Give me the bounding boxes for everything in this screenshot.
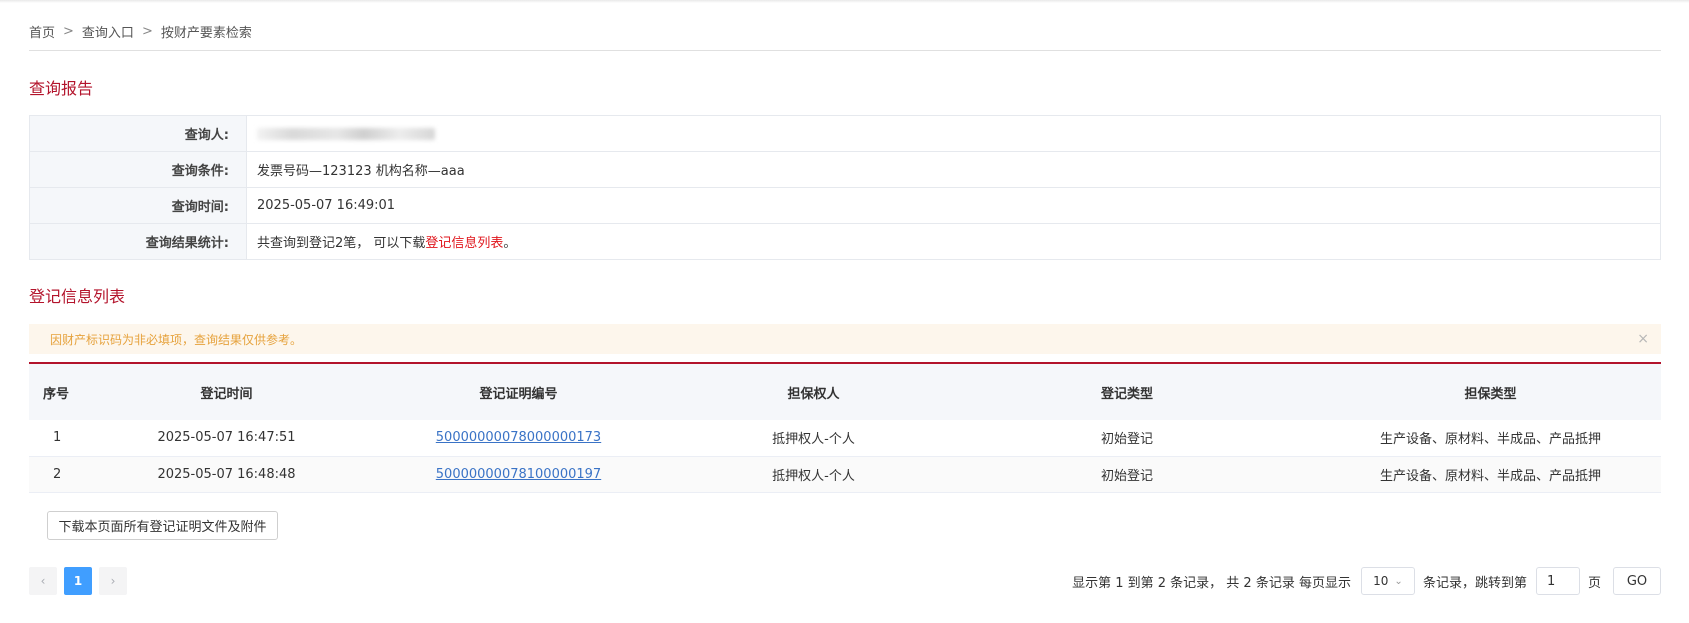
report-key-summary: 查询结果统计: [29,223,247,260]
page-size-select[interactable]: 10 ⌄ [1360,567,1415,595]
table-row: 1 2025-05-07 16:47:51 500000000780000001… [29,420,1661,456]
cell-reg-type: 初始登记 [1100,468,1153,484]
cell-cert-no: 50000000078000000173 [344,420,693,456]
col-header-reg-type: 登记类型 [1100,386,1153,402]
col-header-cert-no: 登记证明编号 [479,386,558,402]
report-key-requester: 查询人: [29,115,247,152]
prev-page-button[interactable]: ‹ [29,567,57,595]
notice-alert: 因财产标识码为非必填项，查询结果仅供参考。 × [29,324,1661,354]
breadcrumb-separator: > [141,23,153,39]
pagination-controls: 显示第 1 到第 2 条记录， 共 2 条记录 每页显示 10 ⌄ 条记录，跳转… [1072,567,1661,595]
redacted-requester [257,127,435,140]
report-title: 查询报告 [29,79,94,98]
pagination-pages: ‹ 1 › [29,567,127,595]
summary-text: 共查询到登记2笔， 可以下载 [257,236,426,251]
report-table: 查询人: 查询条件: 发票号码—123123 机构名称—aaa 查询时间: 20… [29,115,1661,260]
download-list-link[interactable]: 登记信息列表 [425,236,503,251]
pagination-summary: 显示第 1 到第 2 条记录， 共 2 条记录 每页显示 [1072,575,1351,591]
page-unit-label: 页 [1587,575,1601,591]
report-key-conditions: 查询条件: [29,151,247,188]
cert-no-link[interactable]: 50000000078000000173 [436,430,601,445]
col-header-index: 序号 [43,386,70,402]
next-page-button[interactable]: › [99,567,127,595]
table-header-row: 序号 登记时间 登记证明编号 担保权人 登记类型 担保类型 [29,363,1661,420]
col-header-guarantee-type: 担保类型 [1464,386,1517,402]
page-container: 首页 > 查询入口 > 按财产要素检索 查询报告 查询人: 查询条件: 发票号码… [29,0,1661,595]
list-title: 登记信息列表 [29,287,126,306]
alert-text: 因财产标识码为非必填项，查询结果仅供参考。 [50,332,303,347]
cell-secured-party: 抵押权人-个人 [772,432,855,448]
cell-time: 2025-05-07 16:47:51 [157,430,296,446]
cell-time: 2025-05-07 16:48:48 [157,466,296,482]
report-row: 查询时间: 2025-05-07 16:49:01 [29,187,1661,224]
close-icon[interactable]: × [1637,331,1649,347]
cell-secured-party: 抵押权人-个人 [772,468,855,484]
report-key-time: 查询时间: [29,187,247,224]
jump-page-input[interactable] [1535,567,1580,595]
col-header-time: 登记时间 [200,386,253,402]
breadcrumb: 首页 > 查询入口 > 按财产要素检索 [29,0,1661,51]
cert-no-link[interactable]: 50000000078100000197 [436,467,601,482]
col-header-secured-party: 担保权人 [787,386,840,402]
breadcrumb-separator: > [63,23,74,39]
cell-reg-type: 初始登记 [1100,432,1153,448]
breadcrumb-home[interactable]: 首页 [29,22,55,41]
cell-cert-no: 50000000078100000197 [344,456,693,492]
download-all-button[interactable]: 下载本页面所有登记证明文件及附件 [47,511,278,540]
report-value-summary: 共查询到登记2笔， 可以下载登记信息列表。 [246,223,1661,260]
breadcrumb-entry[interactable]: 查询入口 [82,22,134,41]
page-size-value: 10 [1373,574,1389,588]
report-row: 查询结果统计: 共查询到登记2笔， 可以下载登记信息列表。 [29,223,1661,260]
chevron-down-icon: ⌄ [1394,575,1403,587]
cell-index: 2 [53,466,62,482]
summary-suffix: 。 [503,236,517,251]
cell-guarantee-type: 生产设备、原材料、半成品、产品抵押 [1379,432,1601,448]
go-button[interactable]: GO [1613,567,1661,595]
pagination-jump-label: 条记录，跳转到第 [1422,575,1527,591]
report-value-conditions: 发票号码—123123 机构名称—aaa [246,151,1661,188]
table-row: 2 2025-05-07 16:48:48 500000000781000001… [29,456,1661,492]
report-value-time: 2025-05-07 16:49:01 [246,187,1661,224]
report-row: 查询人: [29,115,1661,152]
cell-guarantee-type: 生产设备、原材料、半成品、产品抵押 [1379,468,1601,484]
report-row: 查询条件: 发票号码—123123 机构名称—aaa [29,151,1661,188]
page-number-button[interactable]: 1 [64,567,92,595]
cell-index: 1 [53,430,62,446]
report-value-requester [246,115,1661,152]
registration-table: 序号 登记时间 登记证明编号 担保权人 登记类型 担保类型 1 2025-05-… [29,362,1661,493]
breadcrumb-current: 按财产要素检索 [160,25,252,41]
